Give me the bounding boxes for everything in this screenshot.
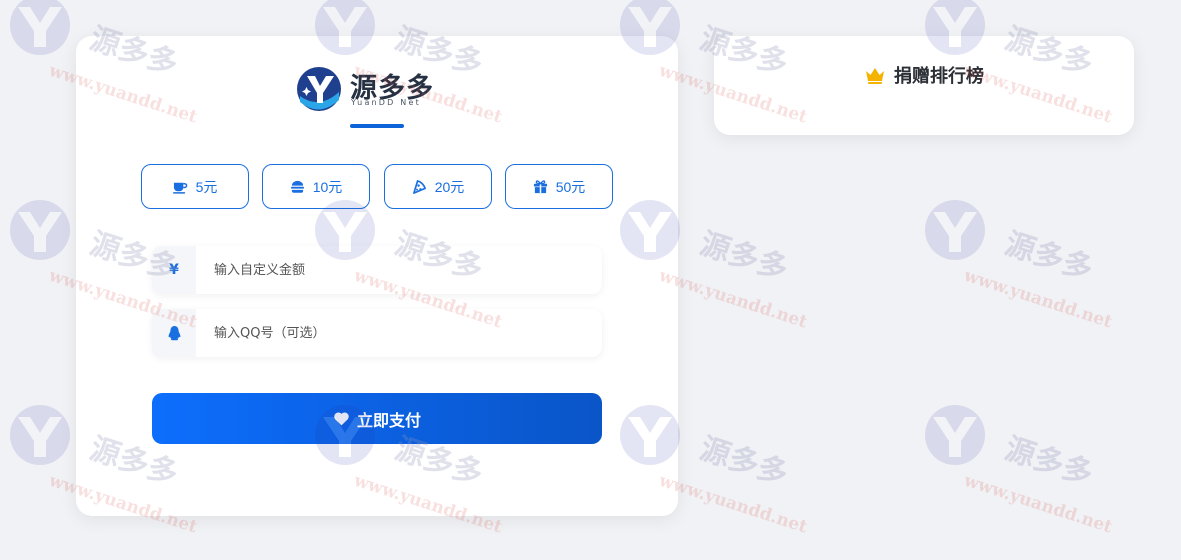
amount-button-5[interactable]: 5元	[141, 164, 249, 209]
amount-button-20[interactable]: 20元	[384, 164, 492, 209]
yuandd-logo-icon	[297, 67, 341, 111]
heart-icon	[334, 412, 349, 426]
amount-label: 5元	[195, 178, 218, 195]
ranking-title: 捐赠排行榜	[894, 66, 984, 87]
qq-icon	[152, 309, 196, 357]
amount-button-50[interactable]: 50元	[505, 164, 613, 209]
qq-field	[152, 309, 602, 357]
logo-subtitle: YuanDD Net	[351, 98, 421, 107]
amount-label: 10元	[312, 178, 343, 195]
gift-icon	[533, 180, 547, 194]
pay-now-button[interactable]: 立即支付	[152, 393, 602, 444]
donation-card: 源多多 YuanDD Net 5元 10元 20元 50元 输入自定义金额 输入…	[76, 36, 678, 516]
pay-now-label: 立即支付	[356, 410, 421, 430]
coffee-icon	[172, 182, 187, 194]
custom-amount-field: ¥	[152, 246, 602, 294]
qq-penguin-icon	[168, 326, 180, 341]
ranking-header: 捐赠排行榜	[714, 61, 1134, 89]
donation-ranking-card: 捐赠排行榜	[714, 36, 1134, 135]
custom-amount-input[interactable]	[196, 246, 596, 294]
logo-underline	[350, 124, 404, 128]
qq-input[interactable]	[196, 309, 596, 357]
amount-label: 20元	[434, 178, 465, 195]
crown-icon	[866, 68, 884, 84]
amount-label: 50元	[555, 178, 586, 195]
site-logo: 源多多 YuanDD Net	[296, 64, 436, 112]
preset-amounts: 5元 10元 20元 50元	[141, 164, 613, 209]
amount-button-10[interactable]: 10元	[262, 164, 370, 209]
burger-icon	[290, 180, 304, 193]
yuan-icon: ¥	[152, 246, 196, 294]
pizza-icon	[412, 180, 426, 194]
